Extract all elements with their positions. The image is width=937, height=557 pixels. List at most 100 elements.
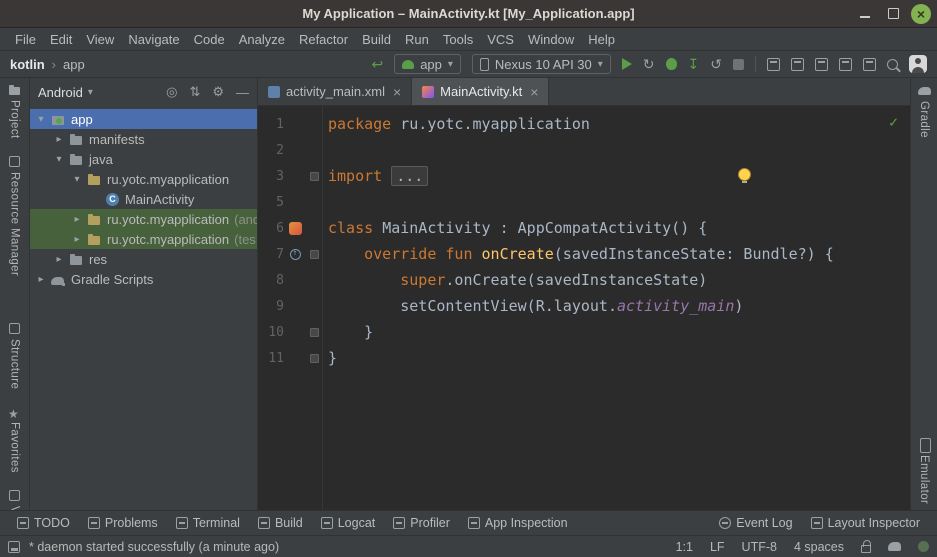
- gradle-sync-icon[interactable]: [791, 58, 804, 71]
- menu-item-run[interactable]: Run: [398, 30, 436, 49]
- notifications-icon[interactable]: [918, 541, 929, 552]
- editor-tab-mainactivity-kt[interactable]: MainActivity.kt×: [412, 78, 549, 105]
- code-text: }: [322, 323, 373, 341]
- tool-stripe-structure[interactable]: Structure: [8, 322, 21, 389]
- tool-window-switcher-icon[interactable]: [8, 541, 20, 553]
- status-widget-1-1[interactable]: 1:1: [676, 540, 693, 554]
- sdk-manager-icon[interactable]: [815, 58, 828, 71]
- tree-item-ru-yotc-myapplication-tes[interactable]: ▸ru.yotc.myapplication (tes: [30, 229, 257, 249]
- tool-stripe-project[interactable]: Project: [8, 83, 21, 139]
- menu-item-file[interactable]: File: [8, 30, 43, 49]
- code-line: 9 setContentView(R.layout.activity_main): [258, 293, 910, 319]
- sort-icon[interactable]: ⇅: [189, 84, 200, 100]
- apply-changes-icon[interactable]: ↻: [643, 57, 655, 71]
- maximize-button[interactable]: [883, 4, 903, 24]
- tool-window-button-event-log[interactable]: Event Log: [710, 516, 801, 530]
- tool-window-button-problems[interactable]: Problems: [79, 516, 167, 530]
- android-icon[interactable]: [289, 222, 302, 235]
- chevron-right-icon[interactable]: ▸: [54, 254, 64, 265]
- code-editor[interactable]: ✓ 1package ru.yotc.myapplication23import…: [258, 106, 910, 510]
- device-file-explorer-icon[interactable]: [839, 58, 852, 71]
- locate-icon[interactable]: ◎: [166, 84, 177, 100]
- chevron-right-icon[interactable]: ▸: [72, 214, 82, 225]
- project-structure-icon[interactable]: [863, 58, 876, 71]
- tool-window-button-layout-inspector[interactable]: Layout Inspector: [802, 516, 929, 530]
- editor-tab-activity-main-xml[interactable]: activity_main.xml×: [258, 78, 412, 105]
- tool-window-button-logcat[interactable]: Logcat: [312, 516, 385, 530]
- intention-bulb-icon[interactable]: [738, 168, 751, 181]
- menu-item-window[interactable]: Window: [521, 30, 581, 49]
- breadcrumb-item-app[interactable]: app: [63, 57, 85, 72]
- chevron-down-icon[interactable]: ▾: [54, 154, 64, 165]
- code-token: override fun: [364, 245, 481, 263]
- fold-marker-icon[interactable]: [310, 250, 319, 259]
- line-number: 1: [258, 117, 284, 132]
- gradle-daemon-icon[interactable]: [888, 542, 901, 551]
- navigation-arrow-icon[interactable]: ↩: [371, 57, 383, 71]
- profiler-icon[interactable]: ↺: [710, 57, 722, 71]
- tree-item-manifests[interactable]: ▸manifests: [30, 129, 257, 149]
- settings-icon[interactable]: ⚙: [212, 84, 224, 100]
- menu-item-build[interactable]: Build: [355, 30, 398, 49]
- chevron-right-icon[interactable]: ▸: [36, 274, 46, 285]
- tree-item-ru-yotc-myapplication[interactable]: ▾ru.yotc.myapplication: [30, 169, 257, 189]
- tool-stripe-emulator[interactable]: Emulator: [918, 438, 931, 504]
- tool-stripe-gradle[interactable]: Gradle: [918, 84, 931, 138]
- tree-item-ru-yotc-myapplication-and[interactable]: ▸ru.yotc.myapplication (and: [30, 209, 257, 229]
- menu-item-analyze[interactable]: Analyze: [232, 30, 292, 49]
- debug-button[interactable]: [666, 58, 677, 70]
- menu-item-navigate[interactable]: Navigate: [121, 30, 186, 49]
- unlock-icon[interactable]: [861, 545, 871, 553]
- profile-avatar[interactable]: [909, 55, 927, 73]
- menu-item-tools[interactable]: Tools: [436, 30, 480, 49]
- close-button[interactable]: [911, 4, 931, 24]
- tool-window-button-todo[interactable]: TODO: [8, 516, 79, 530]
- search-everywhere-icon[interactable]: [887, 59, 898, 70]
- tool-window-button-label: Event Log: [736, 516, 792, 530]
- menu-item-edit[interactable]: Edit: [43, 30, 79, 49]
- run-button[interactable]: [622, 58, 632, 70]
- project-panel-actions: ◎ ⇅ ⚙ —: [166, 84, 249, 100]
- chevron-right-icon[interactable]: ▸: [54, 134, 64, 145]
- chevron-right-icon[interactable]: ▸: [72, 234, 82, 245]
- fold-marker-icon[interactable]: [310, 328, 319, 337]
- fold-marker-icon[interactable]: [310, 354, 319, 363]
- device-phone-icon: [480, 58, 489, 71]
- breadcrumb-module[interactable]: kotlin: [10, 57, 45, 72]
- tree-item-mainactivity[interactable]: MainActivity: [30, 189, 257, 209]
- device-dropdown[interactable]: Nexus 10 API 30 ▾: [472, 54, 611, 74]
- menu-item-refactor[interactable]: Refactor: [292, 30, 355, 49]
- close-tab-icon[interactable]: ×: [530, 84, 538, 100]
- hide-panel-icon[interactable]: —: [236, 85, 249, 100]
- stop-button[interactable]: [733, 59, 744, 70]
- tool-window-button-profiler[interactable]: Profiler: [384, 516, 459, 530]
- code-token: activity_main: [617, 297, 734, 315]
- override-icon[interactable]: [290, 249, 301, 260]
- project-view-selector[interactable]: Android: [38, 85, 83, 100]
- avd-manager-icon[interactable]: [767, 58, 780, 71]
- tool-window-button-terminal[interactable]: Terminal: [167, 516, 249, 530]
- tree-item-java[interactable]: ▾java: [30, 149, 257, 169]
- minimize-button[interactable]: [855, 4, 875, 24]
- menu-item-vcs[interactable]: VCS: [480, 30, 521, 49]
- chevron-down-icon[interactable]: ▾: [36, 114, 46, 125]
- close-tab-icon[interactable]: ×: [393, 84, 401, 100]
- menu-item-code[interactable]: Code: [187, 30, 232, 49]
- status-widget-4-spaces[interactable]: 4 spaces: [794, 540, 844, 554]
- tree-item-gradle-scripts[interactable]: ▸Gradle Scripts: [30, 269, 257, 289]
- tree-item-app[interactable]: ▾app: [30, 109, 257, 129]
- status-widget-lf[interactable]: LF: [710, 540, 725, 554]
- fold-marker-icon[interactable]: [310, 172, 319, 181]
- tree-item-res[interactable]: ▸res: [30, 249, 257, 269]
- run-configuration-dropdown[interactable]: app ▾: [394, 54, 461, 74]
- tool-stripe-favorites[interactable]: Favorites: [8, 405, 21, 473]
- chevron-down-icon[interactable]: ▾: [72, 174, 82, 185]
- menu-item-view[interactable]: View: [79, 30, 121, 49]
- tool-window-button-build[interactable]: Build: [249, 516, 312, 530]
- tool-window-button-app-inspection[interactable]: App Inspection: [459, 516, 577, 530]
- apply-code-changes-icon[interactable]: ↧: [688, 57, 700, 71]
- tool-stripe-resource-manager[interactable]: Resource Manager: [8, 155, 21, 276]
- menu-item-help[interactable]: Help: [581, 30, 622, 49]
- status-widget-utf-8[interactable]: UTF-8: [742, 540, 777, 554]
- code-line: 6class MainActivity : AppCompatActivity(…: [258, 215, 910, 241]
